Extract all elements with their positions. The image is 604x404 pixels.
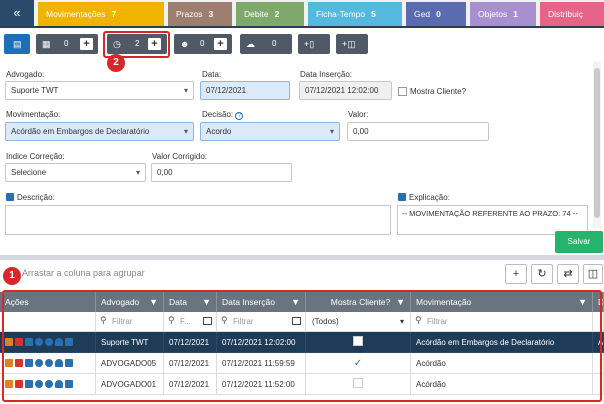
data-insercao-field: 07/12/2021 12:02:00: [299, 81, 392, 100]
add-document-button[interactable]: +▯: [298, 34, 330, 54]
cloud-button[interactable]: ☁ 0: [240, 34, 292, 54]
decisao-label: Decisão: ?: [202, 110, 244, 120]
indice-correcao-select[interactable]: Selecione: [5, 163, 146, 182]
tab-ficha-tempo[interactable]: Ficha-Tempo 5: [308, 2, 402, 26]
export-icon: ◫: [587, 268, 599, 280]
descricao-textarea[interactable]: [5, 205, 391, 235]
movimentacao-select[interactable]: Acórdão em Embargos de Declaratório: [5, 122, 194, 141]
add-row-button[interactable]: +: [505, 264, 527, 284]
valor-corrigido-field[interactable]: 0,00: [151, 163, 292, 182]
help-icon[interactable]: ?: [235, 112, 244, 120]
add-clipboard-button[interactable]: +◫: [336, 34, 368, 54]
data-label: Data:: [202, 70, 222, 79]
callout-marker-1: 1: [3, 267, 21, 285]
edit-icon: [6, 193, 14, 201]
calendar-count: 0: [64, 39, 69, 48]
user-button[interactable]: ☻ 0 +: [174, 34, 232, 54]
data-field[interactable]: 07/12/2021: [200, 81, 290, 100]
tab-ged[interactable]: Ged 0: [406, 2, 466, 26]
user-icon: ☻: [180, 39, 190, 49]
refresh-button[interactable]: ↻: [531, 264, 553, 284]
valor-field[interactable]: 0,00: [347, 122, 489, 141]
form-scrollbar-thumb[interactable]: [594, 68, 600, 218]
list-icon: ▤: [13, 39, 22, 49]
callout-marker-2: 2: [107, 54, 125, 72]
indice-correcao-label: Indice Correção:: [6, 152, 65, 161]
panel-splitter[interactable]: [0, 255, 604, 260]
swap-columns-button[interactable]: ⇄: [557, 264, 579, 284]
list-view-button[interactable]: ▤: [4, 34, 30, 54]
add-clipboard-icon: +◫: [342, 39, 356, 49]
mostra-cliente-label: Mostra Cliente?: [410, 87, 467, 96]
data-insercao-label: Data Inserção:: [300, 70, 353, 79]
descricao-label: Descrição:: [6, 193, 55, 202]
back-button[interactable]: «: [0, 0, 34, 26]
edit-icon: [398, 193, 406, 201]
user-count: 0: [200, 39, 205, 48]
add-document-icon: +▯: [304, 39, 315, 49]
tab-debite[interactable]: Debite 2: [236, 2, 304, 26]
valor-label: Valor:: [348, 110, 369, 119]
advogado-select[interactable]: Suporte TWT: [5, 81, 194, 100]
cloud-count: 0: [272, 39, 277, 48]
user-add-button[interactable]: +: [214, 38, 227, 50]
tab-bar: « Movimentações 7 Prazos 3 Debite 2 Ficha-T…: [0, 0, 604, 28]
calendar-icon: ▦: [42, 39, 51, 49]
tab-movimentacoes[interactable]: Movimentações 7: [38, 2, 164, 26]
tab-prazos[interactable]: Prazos 3: [168, 2, 232, 26]
tab-objetos[interactable]: Objetos 1: [470, 2, 536, 26]
explicacao-label: Explicação:: [398, 193, 450, 202]
swap-icon: ⇄: [563, 268, 573, 280]
tab-distribuicao[interactable]: Distribuiç: [540, 2, 604, 26]
export-button[interactable]: ◫: [583, 264, 603, 284]
group-panel-hint: Arrastar a coluna para agrupar: [22, 268, 145, 278]
movimentacao-label: Movimentação:: [6, 110, 61, 119]
toolbar: ▤ ▦ 0 + ◷ 2 + ☻ 0 + ☁ 0 +▯ +◫: [0, 28, 604, 60]
calendar-button[interactable]: ▦ 0 +: [36, 34, 98, 54]
advogado-label: Advogado:: [6, 70, 45, 79]
mostra-cliente-checkbox[interactable]: [398, 87, 407, 96]
save-button[interactable]: Salvar: [555, 231, 603, 253]
decisao-select[interactable]: Acordo: [200, 122, 340, 141]
cloud-icon: ☁: [246, 39, 255, 49]
valor-corrigido-label: Valor Corrigido:: [152, 152, 207, 161]
calendar-add-button[interactable]: +: [80, 38, 93, 50]
refresh-icon: ↻: [537, 268, 547, 280]
callout-highlight-1: [2, 290, 602, 402]
